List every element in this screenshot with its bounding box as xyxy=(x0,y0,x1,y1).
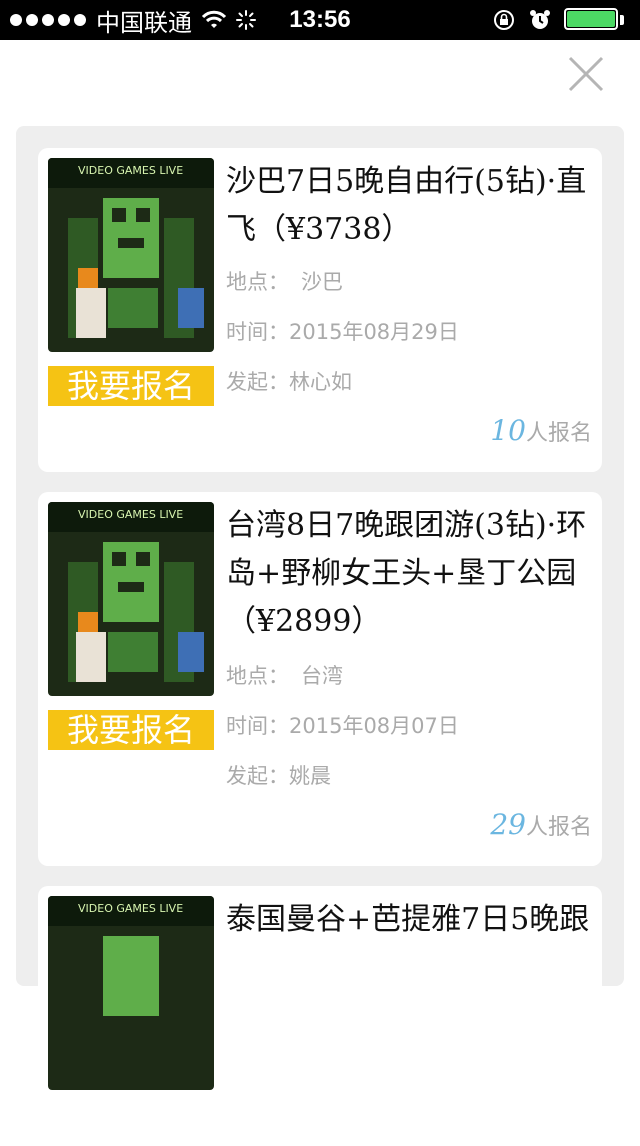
organizer-label: 发起： xyxy=(226,764,289,788)
event-poster-image[interactable]: VIDEO GAMES LIVE xyxy=(48,502,214,696)
signup-count: 10人报名 xyxy=(490,414,592,447)
signup-count-number: 10 xyxy=(490,414,526,447)
event-title[interactable]: 沙巴7日5晚自由行(5钻)·直飞（¥3738） xyxy=(226,158,598,254)
status-bar: 中国联通 13:56 xyxy=(0,0,640,40)
organizer-label: 发起： xyxy=(226,370,289,394)
event-organizer: 发起：林心如 xyxy=(226,370,352,394)
activity-card[interactable]: VIDEO GAMES LIVE 我要报名 沙巴7日5晚自由行(5钻)·直飞（¥… xyxy=(38,148,602,472)
event-location: 地点： 台湾 xyxy=(226,664,343,688)
svg-text:VIDEO GAMES LIVE: VIDEO GAMES LIVE xyxy=(78,508,183,521)
rotation-lock-icon xyxy=(494,10,514,30)
battery-icon xyxy=(564,8,628,32)
time-label: 时间： xyxy=(226,714,289,738)
event-time: 时间：2015年08月07日 xyxy=(226,714,459,738)
event-poster-image[interactable]: VIDEO GAMES LIVE xyxy=(48,158,214,352)
event-organizer: 发起：姚晨 xyxy=(226,764,331,788)
time-value: 2015年08月29日 xyxy=(289,320,459,344)
signup-button[interactable]: 我要报名 xyxy=(48,710,214,750)
signup-count: 29人报名 xyxy=(490,808,592,841)
signup-count-suffix: 人报名 xyxy=(525,421,592,446)
close-icon[interactable] xyxy=(566,54,606,94)
time-value: 2015年08月07日 xyxy=(289,714,459,738)
status-right xyxy=(492,0,628,40)
event-title[interactable]: 台湾8日7晚跟团游(3钻)·环岛+野柳女王头+垦丁公园（¥2899） xyxy=(226,502,598,646)
location-label: 地点： xyxy=(226,664,289,688)
activity-card[interactable]: VIDEO GAMES LIVE 泰国曼谷+芭提雅7日5晚跟 xyxy=(38,886,602,1146)
event-location: 地点： 沙巴 xyxy=(226,270,343,294)
location-value: 台湾 xyxy=(301,664,343,688)
event-poster-image[interactable]: VIDEO GAMES LIVE xyxy=(48,896,214,1090)
signup-count-suffix: 人报名 xyxy=(525,815,592,840)
organizer-value: 林心如 xyxy=(289,370,352,394)
svg-text:VIDEO GAMES LIVE: VIDEO GAMES LIVE xyxy=(78,902,183,915)
event-time: 时间：2015年08月29日 xyxy=(226,320,459,344)
time-label: 时间： xyxy=(226,320,289,344)
signup-button[interactable]: 我要报名 xyxy=(48,366,214,406)
signup-count-number: 29 xyxy=(490,808,526,841)
event-title[interactable]: 泰国曼谷+芭提雅7日5晚跟 xyxy=(226,896,598,944)
organizer-value: 姚晨 xyxy=(289,764,331,788)
location-value: 沙巴 xyxy=(301,270,343,294)
alarm-icon xyxy=(530,10,550,29)
activity-card[interactable]: VIDEO GAMES LIVE 我要报名 台湾8日7晚跟团游(3钻)·环岛+野… xyxy=(38,492,602,866)
activity-list-panel: VIDEO GAMES LIVE 我要报名 沙巴7日5晚自由行(5钻)·直飞（¥… xyxy=(16,126,624,1146)
location-label: 地点： xyxy=(226,270,289,294)
svg-text:VIDEO GAMES LIVE: VIDEO GAMES LIVE xyxy=(78,164,183,177)
